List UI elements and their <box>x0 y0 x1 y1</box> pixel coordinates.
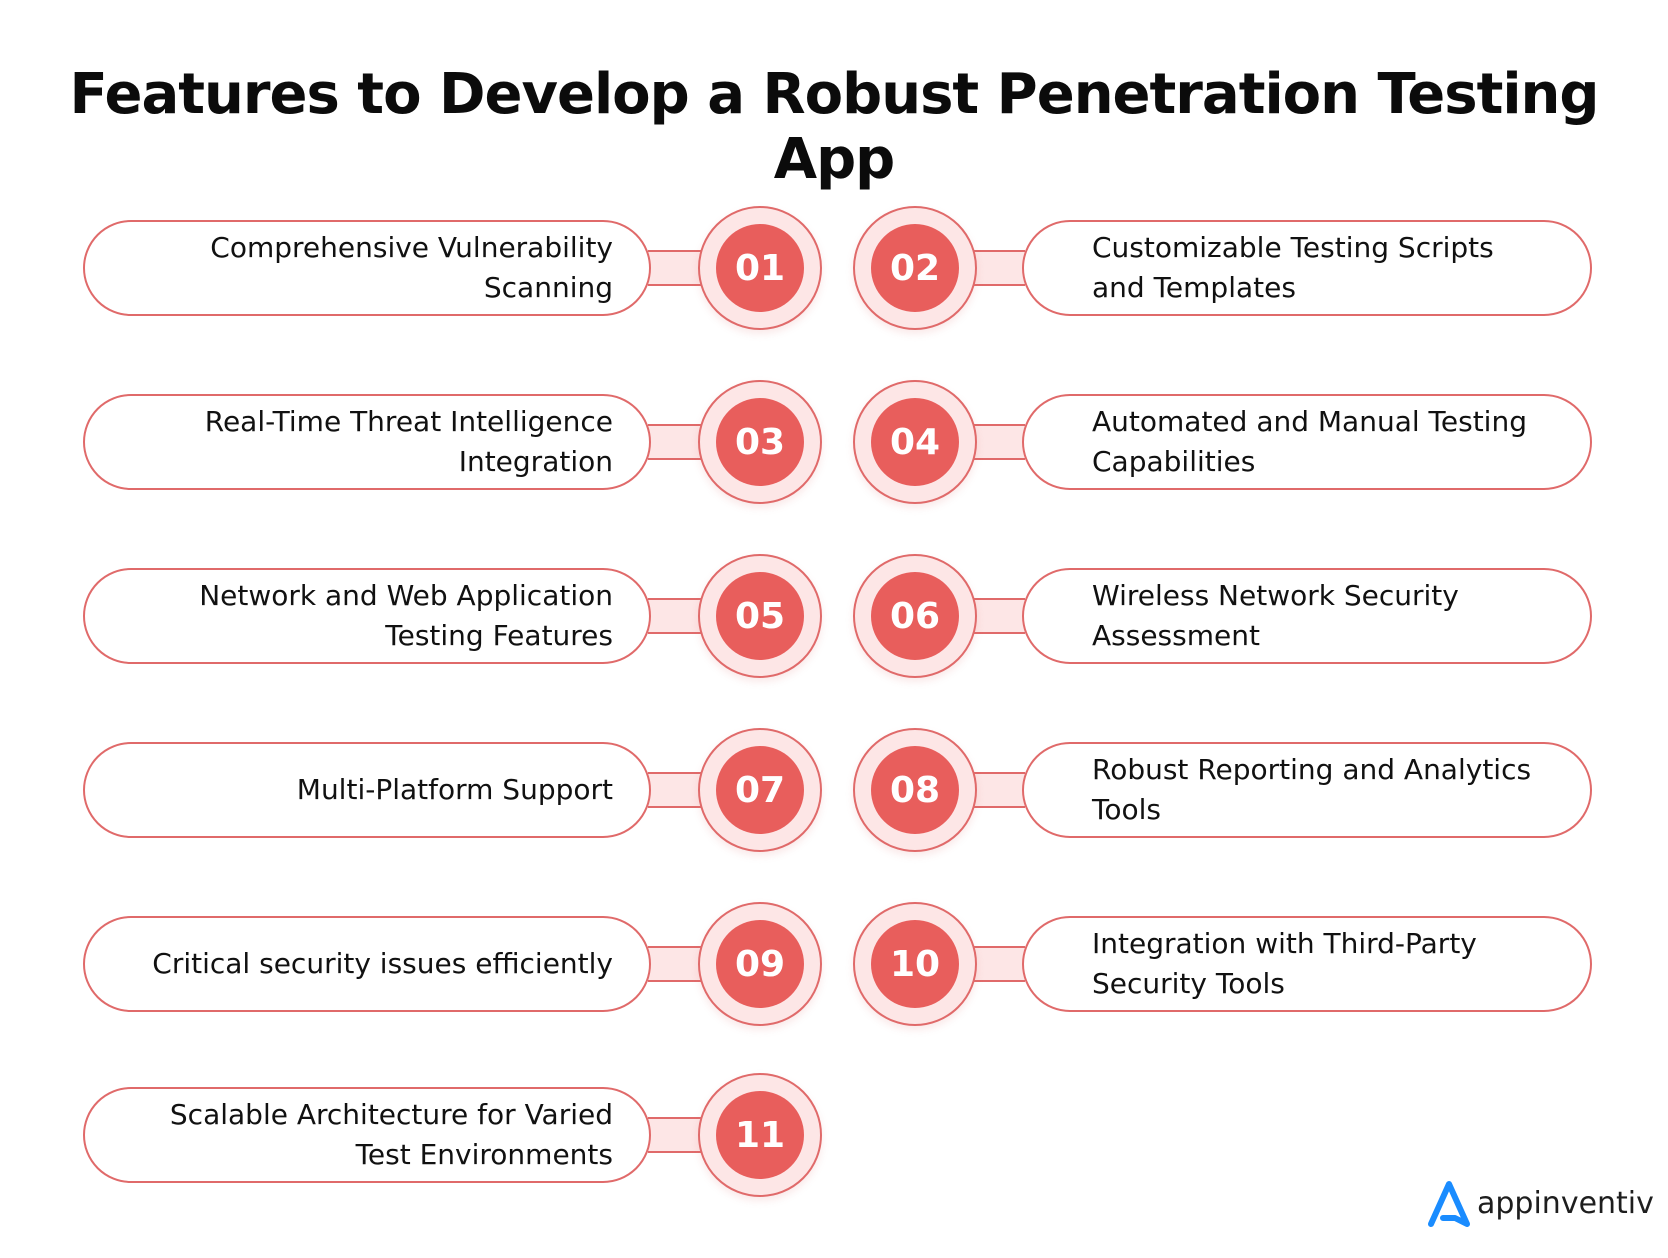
feature-label: Wireless Network Security Assessment <box>1092 579 1459 652</box>
feature-pill: Integration with Third-Party Security To… <box>1022 916 1592 1012</box>
feature-item: Automated and Manual Testing Capabilitie… <box>0 380 1668 504</box>
feature-pill: Wireless Network Security Assessment <box>1022 568 1592 664</box>
feature-item: Integration with Third-Party Security To… <box>0 902 1668 1026</box>
feature-number-badge: 06 <box>871 572 959 660</box>
number-ring: 04 <box>853 380 977 504</box>
feature-pill: Customizable Testing Scripts and Templat… <box>1022 220 1592 316</box>
feature-number-badge: 10 <box>871 920 959 1008</box>
feature-pill: Automated and Manual Testing Capabilitie… <box>1022 394 1592 490</box>
feature-label: Automated and Manual Testing Capabilitie… <box>1092 405 1527 478</box>
number-ring: 11 <box>698 1073 822 1197</box>
feature-item: Robust Reporting and Analytics Tools 08 <box>0 728 1668 852</box>
number-ring: 10 <box>853 902 977 1026</box>
feature-item: Customizable Testing Scripts and Templat… <box>0 206 1668 330</box>
appinventiv-a-icon <box>1428 1181 1470 1227</box>
feature-item: Scalable Architecture for Varied Test En… <box>0 1073 1668 1197</box>
feature-pill: Scalable Architecture for Varied Test En… <box>83 1087 651 1183</box>
number-ring: 08 <box>853 728 977 852</box>
brand-name: appinventiv <box>1477 1185 1654 1221</box>
feature-number-badge: 08 <box>871 746 959 834</box>
feature-label: Robust Reporting and Analytics Tools <box>1092 753 1532 826</box>
number-ring: 02 <box>853 206 977 330</box>
feature-number-badge: 02 <box>871 224 959 312</box>
page-title: Features to Develop a Robust Penetration… <box>69 62 1599 192</box>
brand-logo: appinventiv <box>1425 1178 1654 1228</box>
feature-pill: Robust Reporting and Analytics Tools <box>1022 742 1592 838</box>
feature-label: Scalable Architecture for Varied Test En… <box>169 1098 613 1171</box>
feature-label: Customizable Testing Scripts and Templat… <box>1092 231 1494 304</box>
feature-label: Integration with Third-Party Security To… <box>1092 927 1477 1000</box>
feature-number-badge: 04 <box>871 398 959 486</box>
feature-number-badge: 11 <box>716 1091 804 1179</box>
feature-item: Wireless Network Security Assessment 06 <box>0 554 1668 678</box>
number-ring: 06 <box>853 554 977 678</box>
